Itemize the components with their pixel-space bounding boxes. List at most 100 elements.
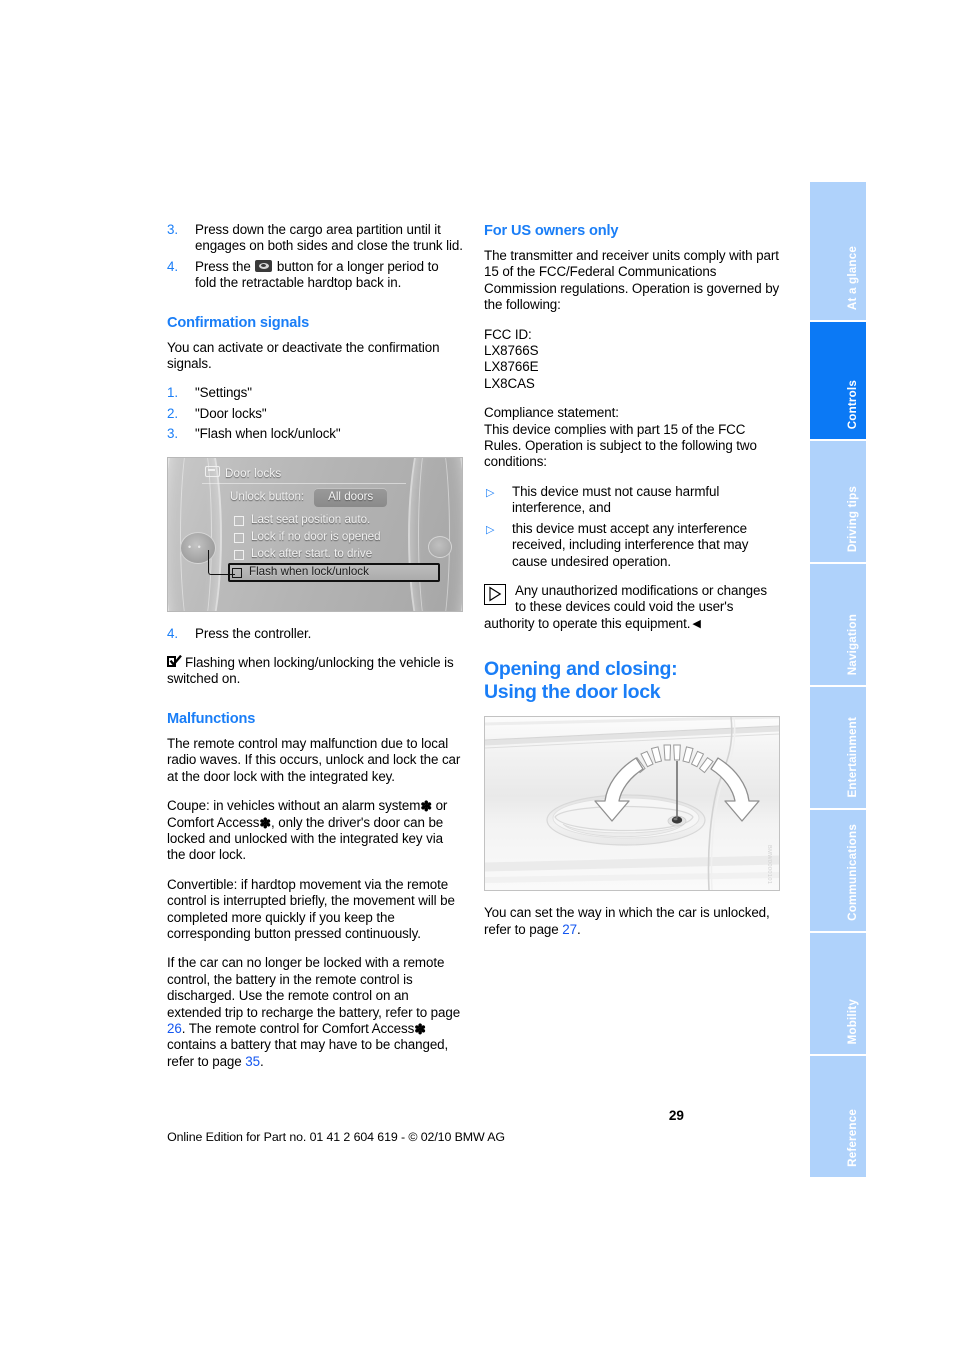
page-title-line-2: Using the door lock — [484, 681, 661, 704]
page-reference-27[interactable]: 27 — [562, 922, 577, 937]
us-owners-intro: The transmitter and receiver units compl… — [484, 248, 780, 313]
tab-label: Communications — [846, 824, 859, 921]
step-item: 4. Press the controller. — [167, 626, 463, 642]
idrive-option-row: Lock after start. to drive — [230, 546, 440, 563]
figure-watermark: BMW0000101 — [766, 844, 772, 885]
confirmation-result-text: Flashing when locking/unlocking the vehi… — [167, 655, 454, 687]
sidebar-item-mobility[interactable]: Mobility — [810, 933, 866, 1054]
confirmation-result: Flashing when locking/unlocking the vehi… — [167, 655, 463, 688]
step-number: 4. — [167, 258, 178, 274]
checkbox-icon — [234, 532, 244, 543]
malfunction-convertible-paragraph: Convertible: if hardtop movement via the… — [167, 876, 455, 941]
step-item: 2. "Door locks" — [167, 406, 463, 422]
callout-line — [208, 549, 235, 575]
door-lock-caption: You can set the way in which the car is … — [484, 905, 780, 938]
triangle-bullet-icon: ▷ — [486, 486, 495, 499]
footer-tab-marker — [810, 1108, 819, 1168]
malfunction-battery-paragraph: If the car can no longer be locked with … — [167, 955, 463, 1070]
checkbox-icon — [234, 549, 244, 560]
fcc-id-value: LX8766E — [484, 359, 539, 375]
idrive-menu-header: Door locks — [205, 465, 281, 482]
condition-text: this device must accept any interference… — [512, 520, 749, 569]
idrive-option-label: Last seat position auto. — [251, 513, 371, 527]
tab-label: Entertainment — [846, 717, 859, 798]
door-lock-photo: BMW0000101 — [484, 716, 780, 892]
page-reference-26[interactable]: 26 — [167, 1021, 182, 1036]
compliance-block: Compliance statement: This device compli… — [484, 405, 780, 471]
step-number: 4. — [167, 625, 178, 641]
heading-malfunctions: Malfunctions — [167, 710, 256, 727]
confirmation-steps: 1. "Settings" 2. "Door locks" 3. "Flash … — [167, 385, 463, 442]
step-number: 1. — [167, 385, 178, 401]
battery-text-1: If the car can no longer be locked with … — [167, 955, 461, 1020]
sidebar-item-at-a-glance[interactable]: At a glance — [810, 182, 866, 320]
tab-label: Driving tips — [846, 485, 859, 552]
idrive-option-rows: Unlock button: All doors Last seat posit… — [228, 487, 440, 583]
page-title: Opening and closing: Using the door lock — [484, 658, 780, 704]
hardtop-button-icon — [255, 259, 273, 272]
step-text-before: Press the — [195, 258, 251, 274]
battery-text-2: . The remote control for Comfort Access — [181, 1020, 415, 1036]
fcc-id-label: FCC ID: — [484, 326, 532, 342]
idrive-unlock-button-row: Unlock button: All doors — [230, 487, 440, 508]
compliance-text: This device complies with part 15 of the… — [484, 421, 757, 470]
triangle-bullet-icon: ▷ — [486, 523, 495, 536]
warning-triangle-icon — [484, 583, 506, 605]
chapter-tab-strip: At a glance Controls Driving tips Naviga… — [810, 182, 866, 1179]
sidebar-item-communications[interactable]: Communications — [810, 810, 866, 931]
sidebar-item-entertainment[interactable]: Entertainment — [810, 687, 866, 808]
section-end-marker: ◀ — [692, 617, 701, 630]
idrive-option-label: Lock after start. to drive — [251, 547, 373, 561]
idrive-option-row: Last seat position auto. — [230, 512, 440, 529]
fcc-id-block: FCC ID: LX8766S LX8766E LX8CAS — [484, 327, 780, 393]
tab-label: Mobility — [846, 998, 859, 1044]
page-reference-35[interactable]: 35 — [245, 1054, 260, 1069]
idrive-option-row: Lock if no door is opened — [230, 529, 440, 546]
battery-text-3: contains a battery that may have to be c… — [167, 1037, 449, 1069]
right-column: For US owners only The transmitter and r… — [484, 222, 780, 951]
list-item: ▷ This device must not cause harmful int… — [484, 484, 780, 517]
idrive-header-divider — [202, 482, 406, 484]
fcc-id-value: LX8CAS — [484, 375, 535, 391]
steps-list-top: 3. Press down the cargo area partition u… — [167, 222, 463, 292]
sidebar-item-controls[interactable]: Controls — [810, 322, 866, 439]
step-number: 3. — [167, 222, 178, 237]
idrive-unlock-value: All doors — [314, 487, 388, 508]
optional-equipment-asterisk: ✽ — [414, 1020, 426, 1037]
tab-label: Navigation — [846, 613, 859, 675]
step-number: 3. — [167, 426, 178, 442]
step-item: 4. Press the button for a longer period … — [167, 259, 463, 292]
heading-for-us-owners-only: For US owners only — [484, 223, 619, 239]
heading-confirmation-signals: Confirmation signals — [167, 314, 310, 331]
warning-note-text: Any unauthorized modifications or change… — [484, 582, 767, 631]
step-text: Press down the cargo area partition unti… — [195, 222, 463, 254]
step-item: 3. Press down the cargo area partition u… — [167, 222, 463, 255]
sidebar-item-driving-tips[interactable]: Driving tips — [810, 441, 866, 562]
menu-icon — [205, 465, 220, 477]
fcc-conditions-list: ▷ This device must not cause harmful int… — [484, 484, 780, 570]
fcc-id-value: LX8766S — [484, 343, 539, 359]
list-item: ▷ this device must accept any interferen… — [484, 521, 780, 570]
page-number: 29 — [668, 1108, 684, 1123]
left-column: 3. Press down the cargo area partition u… — [167, 222, 463, 1083]
condition-text: This device must not cause harmful inter… — [512, 483, 720, 516]
step-item: 3. "Flash when lock/unlock" — [167, 426, 463, 442]
idrive-unlock-label: Unlock button: — [230, 490, 305, 504]
tab-label: At a glance — [846, 245, 859, 310]
warning-note: Any unauthorized modifications or change… — [484, 583, 780, 632]
caption-text-before: You can set the way in which the car is … — [484, 905, 770, 937]
malfunction-coupe-paragraph: Coupe: in vehicles without an alarm syst… — [167, 798, 463, 864]
checkbox-icon — [234, 515, 244, 526]
optional-equipment-asterisk: ✽ — [259, 814, 272, 831]
optional-equipment-asterisk: ✽ — [420, 798, 432, 815]
compliance-label: Compliance statement: — [484, 405, 619, 421]
step-item: 1. "Settings" — [167, 385, 463, 401]
step-text: "Flash when lock/unlock" — [195, 426, 341, 442]
sidebar-item-navigation[interactable]: Navigation — [810, 564, 866, 685]
coupe-text-before: Coupe: in vehicles without an alarm syst… — [167, 798, 421, 814]
step-number: 2. — [167, 405, 178, 421]
malfunction-paragraph: The remote control may malfunction due t… — [167, 735, 461, 784]
page-title-line-1: Opening and closing: — [484, 658, 678, 681]
step-text: "Door locks" — [195, 405, 267, 421]
battery-text-4: . — [259, 1053, 264, 1069]
